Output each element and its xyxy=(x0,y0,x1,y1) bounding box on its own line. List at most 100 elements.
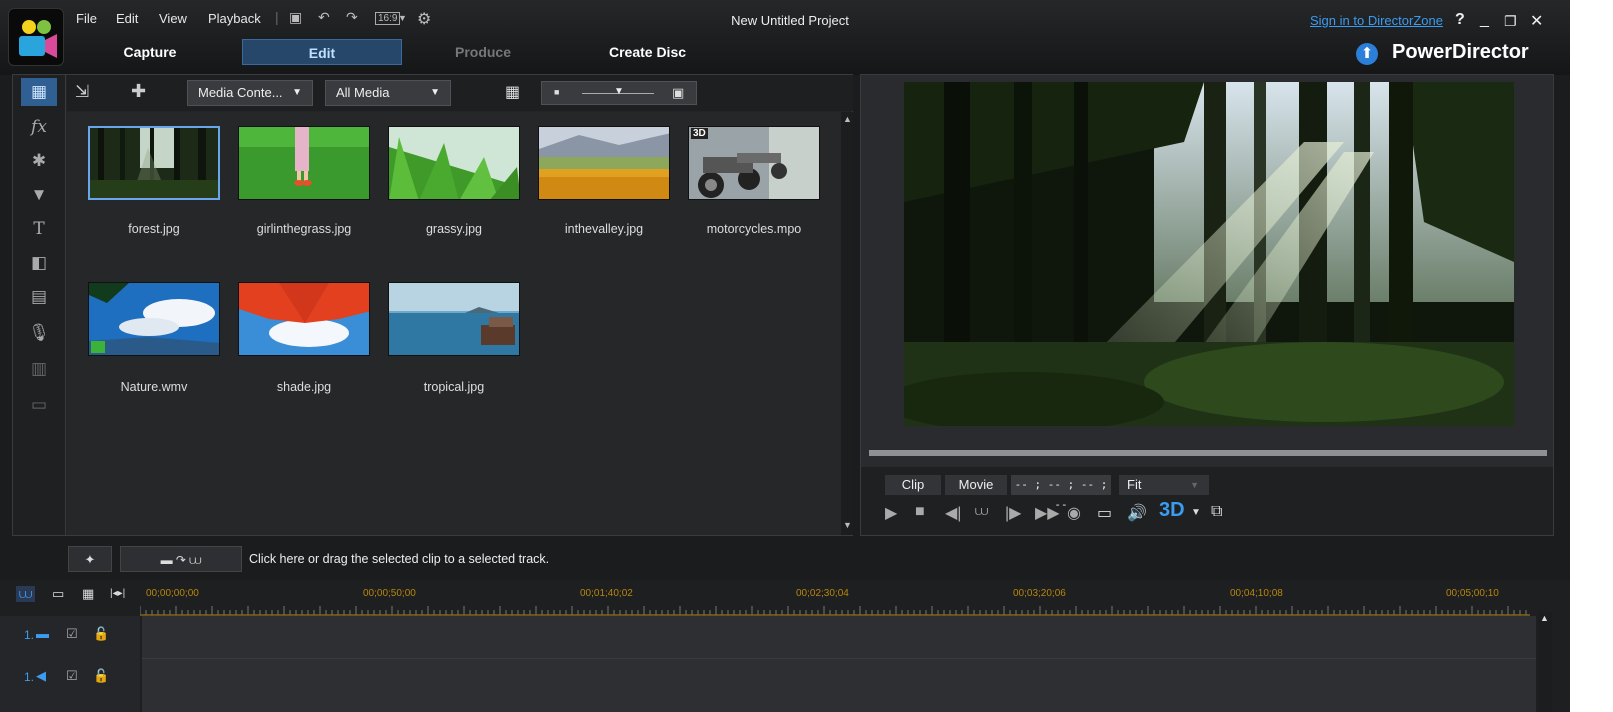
fit-timeline-icon[interactable]: |◂▸| xyxy=(110,588,125,599)
plugin-icon[interactable]: ✚ xyxy=(131,81,146,102)
preview-panel: Clip Movie -- ; -- ; -- ; -- Fit ▼ ▶ ■ ◀|… xyxy=(860,74,1554,536)
timeline-panel: ⩊ ▭ ▦ |◂▸| 00;00;00;00 00;00;50;00 00;01… xyxy=(0,580,1570,712)
media-thumb-tropical[interactable] xyxy=(388,282,520,356)
import-media-icon[interactable]: ⇲ xyxy=(75,82,89,102)
upgrade-icon[interactable]: ⬆ xyxy=(1356,43,1378,65)
audio-mixing-room-icon[interactable]: ▤ xyxy=(21,283,57,311)
track-actions-bar: ✦ ▬ ↷ ⩊ Click here or drag the selected … xyxy=(0,540,1570,580)
media-filter-dropdown[interactable]: All Media ▼ xyxy=(325,80,451,106)
split-icon[interactable]: ⩊ xyxy=(975,503,988,519)
restore-icon[interactable]: ❐ xyxy=(1504,13,1517,30)
track-manager-icon[interactable]: ▦ xyxy=(82,586,94,602)
small-thumb-icon: ■ xyxy=(554,87,560,97)
track-enable-checkbox[interactable]: ☑ xyxy=(66,668,78,684)
settings-gear-icon[interactable]: ⚙ xyxy=(417,9,431,29)
3d-badge: 3D xyxy=(691,128,708,139)
media-thumb-forest[interactable] xyxy=(88,126,220,200)
title-room-icon[interactable]: T xyxy=(21,215,57,243)
lock-icon[interactable]: 🔓 xyxy=(93,626,109,642)
ruler-timecode: 00;01;40;02 xyxy=(580,588,633,599)
video-track-header[interactable]: 1. ▬ ☑ 🔓 xyxy=(0,620,140,660)
undo-icon[interactable]: ↶ xyxy=(318,9,330,26)
display-icon[interactable]: ▭ xyxy=(1097,503,1112,523)
fast-forward-icon[interactable]: ▶▶ xyxy=(1035,503,1060,523)
timeline-ruler[interactable]: 00;00;00;00 00;00;50;00 00;01;40;02 00;0… xyxy=(140,586,1530,616)
menu-playback[interactable]: Playback xyxy=(208,11,261,26)
media-thumb-inthevalley[interactable] xyxy=(538,126,670,200)
slider-handle[interactable]: ▼ xyxy=(614,86,624,97)
menu-view[interactable]: View xyxy=(159,11,187,26)
save-icon[interactable]: ▣ xyxy=(289,9,302,26)
tab-capture[interactable]: Capture xyxy=(100,39,200,65)
tab-edit[interactable]: Edit xyxy=(242,39,402,65)
magic-tools-icon[interactable]: ✦ xyxy=(68,546,112,572)
zoom-fit-dropdown[interactable]: Fit ▼ xyxy=(1119,475,1209,495)
minimize-icon[interactable]: _ xyxy=(1480,11,1489,29)
media-thumb-motorcycles[interactable]: 3D xyxy=(688,126,820,200)
media-room-icon[interactable]: ▦ xyxy=(21,78,57,106)
snapshot-camera-icon[interactable]: ◉ xyxy=(1067,503,1081,523)
pip-room-icon[interactable]: ✱ xyxy=(21,147,57,175)
insert-hint[interactable]: Click here or drag the selected clip to … xyxy=(249,552,549,566)
chevron-down-icon[interactable]: ▼ xyxy=(398,13,407,23)
thumbnail-size-slider[interactable]: ■ ▼ ▣ xyxy=(541,81,697,105)
clip-mode-button[interactable]: Clip xyxy=(885,475,941,495)
video-track-icon: ▬ xyxy=(36,626,49,641)
fx-room-icon[interactable]: fx xyxy=(21,113,57,141)
media-label: grassy.jpg xyxy=(425,222,483,236)
lock-icon[interactable]: 🔓 xyxy=(93,668,109,684)
library-toolbar: ⇲ ✚ Media Conte... ▼ All Media ▼ ▦ ■ ▼ ▣ xyxy=(67,75,853,111)
media-label: girlinthegrass.jpg xyxy=(256,222,352,236)
aspect-ratio-button[interactable]: 16:9 xyxy=(375,12,401,25)
tab-create-disc[interactable]: Create Disc xyxy=(590,39,705,65)
chevron-down-icon[interactable]: ▼ xyxy=(1191,507,1201,518)
particle-room-icon[interactable]: ▼ xyxy=(21,181,57,209)
sign-in-link[interactable]: Sign in to DirectorZone xyxy=(1310,13,1443,28)
library-scrollbar[interactable]: ▲ ▼ xyxy=(841,112,853,535)
audio-track-header[interactable]: 1. ◀ ☑ 🔓 xyxy=(0,662,140,702)
subtitle-room-icon[interactable]: ▭ xyxy=(21,391,57,419)
media-thumb-shade[interactable] xyxy=(238,282,370,356)
redo-icon[interactable]: ↷ xyxy=(346,9,358,26)
chevron-down-icon: ▼ xyxy=(430,87,440,98)
room-sidebar: ▦ fx ✱ ▼ T ◧ ▤ 🎙 ▥ ▭ ▶ xyxy=(13,75,77,535)
timeline-view-icon[interactable]: ⩊ xyxy=(16,586,36,602)
title-bar: File Edit View Playback | ▣ ↶ ↷ 16:9 ▼ ⚙… xyxy=(0,0,1570,75)
track-area[interactable] xyxy=(142,616,1536,712)
ruler-timecode: 00;04;10;08 xyxy=(1230,588,1283,599)
stop-icon[interactable]: ■ xyxy=(915,503,925,521)
preview-image xyxy=(904,82,1514,426)
preview-scrub-bar[interactable] xyxy=(869,450,1547,456)
volume-icon[interactable]: 🔊 xyxy=(1127,503,1147,523)
chapter-room-icon[interactable]: ▥ xyxy=(21,355,57,383)
storyboard-view-icon[interactable]: ▭ xyxy=(52,586,64,602)
scroll-up-icon[interactable]: ▲ xyxy=(1540,613,1549,623)
voiceover-microphone-icon[interactable]: 🎙 xyxy=(21,319,57,347)
previous-frame-icon[interactable]: ◀| xyxy=(945,503,961,523)
media-thumb-nature[interactable] xyxy=(88,282,220,356)
next-frame-icon[interactable]: |▶ xyxy=(1005,503,1021,523)
menu-edit[interactable]: Edit xyxy=(116,11,138,26)
scroll-up-icon[interactable]: ▲ xyxy=(843,114,852,124)
media-thumb-grassy[interactable] xyxy=(388,126,520,200)
menu-file[interactable]: File xyxy=(76,11,97,26)
help-icon[interactable]: ? xyxy=(1455,11,1465,29)
tab-produce[interactable]: Produce xyxy=(418,39,548,65)
media-content-dropdown[interactable]: Media Conte... ▼ xyxy=(187,80,313,106)
timecode-display[interactable]: -- ; -- ; -- ; -- xyxy=(1011,475,1111,511)
undock-icon[interactable]: ⧉ xyxy=(1211,503,1222,521)
scroll-down-icon[interactable]: ▼ xyxy=(843,520,852,530)
transition-room-icon[interactable]: ◧ xyxy=(21,249,57,277)
sort-grid-icon[interactable]: ▦ xyxy=(505,82,520,102)
project-title: New Untitled Project xyxy=(731,13,849,28)
track-enable-checkbox[interactable]: ☑ xyxy=(66,626,78,642)
media-label: tropical.jpg xyxy=(423,380,485,394)
movie-mode-button[interactable]: Movie xyxy=(945,475,1007,495)
close-icon[interactable]: ✕ xyxy=(1530,11,1543,31)
media-thumb-girlinthegrass[interactable] xyxy=(238,126,370,200)
insert-to-track-icon[interactable]: ▬ ↷ ⩊ xyxy=(120,546,242,572)
ruler-timecode: 00;05;00;10 xyxy=(1446,588,1499,599)
3d-mode-button[interactable]: 3D xyxy=(1159,499,1185,522)
timeline-scrollbar[interactable]: ▲ xyxy=(1538,612,1552,712)
play-icon[interactable]: ▶ xyxy=(885,503,897,523)
